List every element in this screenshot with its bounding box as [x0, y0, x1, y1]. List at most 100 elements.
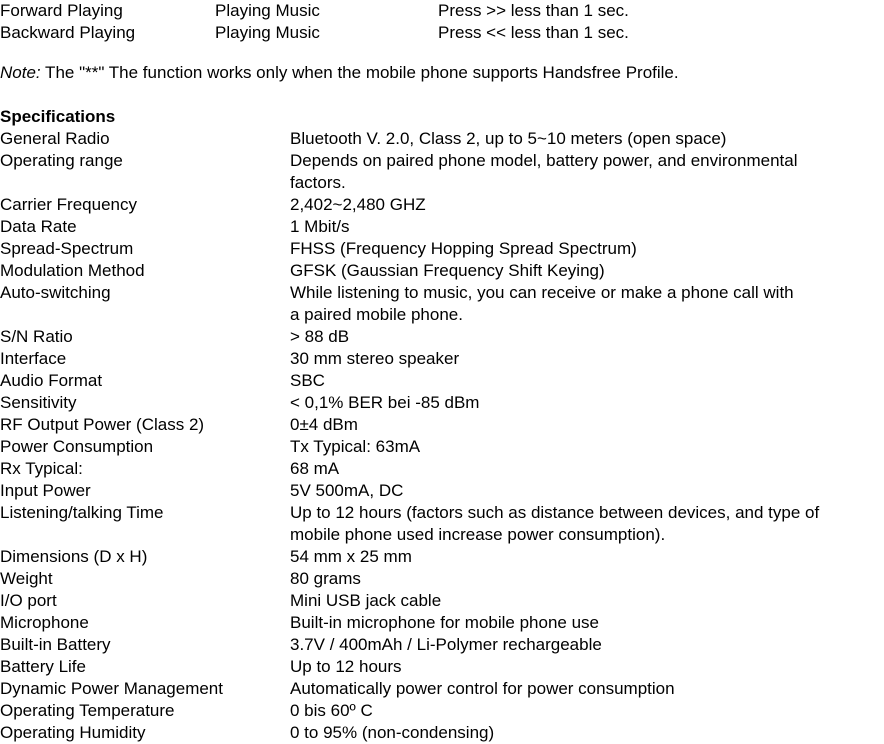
- spec-value-line: 30 mm stereo speaker: [290, 349, 460, 368]
- spec-label: Dynamic Power Management: [0, 679, 223, 698]
- spec-row: Auto-switching While listening to music, …: [0, 282, 884, 326]
- spec-row: Operating Temperature 0 bis 60º C: [0, 700, 884, 722]
- spec-row: General Radio Bluetooth V. 2.0, Class 2, …: [0, 128, 884, 150]
- spec-row: Listening/talking Time Up to 12 hours (fa…: [0, 502, 884, 546]
- spec-value-line: a paired mobile phone.: [290, 305, 463, 324]
- spec-value-line: Depends on paired phone model, battery p…: [290, 151, 798, 170]
- spec-row: Dynamic Power Management Automatically po…: [0, 678, 884, 700]
- spec-label: Listening/talking Time: [0, 503, 164, 522]
- spec-value-line: Mini USB jack cable: [290, 591, 442, 610]
- spec-value: Bluetooth V. 2.0, Class 2, up to 5~10 me…: [290, 128, 884, 150]
- spec-value-line: Up to 12 hours: [290, 657, 402, 676]
- spec-value: > 88 dB: [290, 326, 884, 348]
- spec-label: Rx Typical:: [0, 459, 83, 478]
- spec-value: Automatically power control for power co…: [290, 678, 884, 700]
- spec-value-line: FHSS (Frequency Hopping Spread Spectrum): [290, 239, 637, 258]
- spec-row: Spread-Spectrum FHSS (Frequency Hopping S…: [0, 238, 884, 260]
- spec-value-line: mobile phone used increase power consump…: [290, 525, 666, 544]
- spec-value: 5V 500mA, DC: [290, 480, 884, 502]
- spec-value: 0 bis 60º C: [290, 700, 884, 722]
- spec-value: 0 to 95% (non-condensing): [290, 722, 884, 744]
- spec-value: Mini USB jack cable: [290, 590, 884, 612]
- spec-value-line: SBC: [290, 371, 325, 390]
- function-operation-table: Forward Playing Playing Music Press >> l…: [0, 0, 884, 44]
- spec-row: I/O port Mini USB jack cable: [0, 590, 884, 612]
- spec-value: Up to 12 hours (factors such as distance…: [290, 502, 884, 546]
- spec-label: Carrier Frequency: [0, 195, 137, 214]
- spec-label: Microphone: [0, 613, 89, 632]
- spec-row: Sensitivity < 0,1% BER bei -85 dBm: [0, 392, 884, 414]
- spec-row: Audio Format SBC: [0, 370, 884, 392]
- spec-value: While listening to music, you can receiv…: [290, 282, 884, 326]
- table-row: Forward Playing Playing Music Press >> l…: [0, 0, 884, 22]
- spec-label: Spread-Spectrum: [0, 239, 134, 258]
- spec-row: Interface 30 mm stereo speaker: [0, 348, 884, 370]
- spec-value-line: 0 to 95% (non-condensing): [290, 723, 495, 742]
- spec-value-line: 0±4 dBm: [290, 415, 358, 434]
- spec-value-line: Automatically power control for power co…: [290, 679, 675, 698]
- spec-row: S/N Ratio > 88 dB: [0, 326, 884, 348]
- spec-value-line: Up to 12 hours (factors such as distance…: [290, 503, 820, 522]
- spec-row: Input Power 5V 500mA, DC: [0, 480, 884, 502]
- spec-row: Data Rate 1 Mbit/s: [0, 216, 884, 238]
- spec-row: Power Consumption Tx Typical: 63mA: [0, 436, 884, 458]
- spec-label: S/N Ratio: [0, 327, 73, 346]
- spec-value-line: 0 bis 60º C: [290, 701, 373, 720]
- spec-row: Carrier Frequency 2,402~2,480 GHZ: [0, 194, 884, 216]
- spec-row: Built-in Battery 3.7V / 400mAh / Li-Polym…: [0, 634, 884, 656]
- function-name: Forward Playing: [0, 1, 123, 20]
- spec-label: Built-in Battery: [0, 635, 111, 654]
- spec-value: Up to 12 hours: [290, 656, 884, 678]
- spec-value-line: GFSK (Gaussian Frequency Shift Keying): [290, 261, 605, 280]
- spec-label: Battery Life: [0, 657, 86, 676]
- spec-value-line: 80 grams: [290, 569, 361, 588]
- spec-row: Operating Humidity 0 to 95% (non-condensi…: [0, 722, 884, 744]
- spec-row: Operating range Depends on paired phone m…: [0, 150, 884, 194]
- spec-label: Operating range: [0, 151, 123, 170]
- spec-value-line: Bluetooth V. 2.0, Class 2, up to 5~10 me…: [290, 129, 727, 148]
- spec-value: 2,402~2,480 GHZ: [290, 194, 884, 216]
- spec-value-line: factors.: [290, 173, 346, 192]
- spec-label: Interface: [0, 349, 67, 368]
- spec-row: Battery Life Up to 12 hours: [0, 656, 884, 678]
- spec-row: Modulation Method GFSK (Gaussian Frequenc…: [0, 260, 884, 282]
- spec-label: Audio Format: [0, 371, 103, 390]
- spec-value-line: < 0,1% BER bei -85 dBm: [290, 393, 480, 412]
- spec-value: 1 Mbit/s: [290, 216, 884, 238]
- specifications-table: General Radio Bluetooth V. 2.0, Class 2, …: [0, 128, 884, 744]
- function-status: Playing Music: [215, 1, 320, 20]
- specifications-heading: Specifications: [0, 107, 116, 126]
- spec-label: Sensitivity: [0, 393, 77, 412]
- spec-value: GFSK (Gaussian Frequency Shift Keying): [290, 260, 884, 282]
- spec-value: 30 mm stereo speaker: [290, 348, 884, 370]
- spec-value: Tx Typical: 63mA: [290, 436, 884, 458]
- spec-value-line: 5V 500mA, DC: [290, 481, 404, 500]
- spec-value-line: While listening to music, you can receiv…: [290, 283, 794, 302]
- spec-value: SBC: [290, 370, 884, 392]
- spec-label: Power Consumption: [0, 437, 154, 456]
- spec-value-line: > 88 dB: [290, 327, 350, 346]
- spec-row: Microphone Built-in microphone for mobile…: [0, 612, 884, 634]
- spec-label: Operating Humidity: [0, 723, 146, 742]
- table-row: Backward Playing Playing Music Press << …: [0, 22, 884, 44]
- function-operation: Press << less than 1 sec.: [438, 23, 629, 42]
- spec-row: Rx Typical: 68 mA: [0, 458, 884, 480]
- spec-label: RF Output Power (Class 2): [0, 415, 205, 434]
- spec-label: Operating Temperature: [0, 701, 175, 720]
- spec-value-line: 68 mA: [290, 459, 340, 478]
- note-label: Note:: [0, 63, 41, 82]
- spec-value-line: Tx Typical: 63mA: [290, 437, 421, 456]
- spec-label: General Radio: [0, 129, 110, 148]
- document-page: Forward Playing Playing Music Press >> l…: [0, 0, 884, 742]
- spec-value-line: Built-in microphone for mobile phone use: [290, 613, 600, 632]
- spec-value-line: 3.7V / 400mAh / Li-Polymer rechargeable: [290, 635, 602, 654]
- function-status: Playing Music: [215, 23, 320, 42]
- spec-row: Weight 80 grams: [0, 568, 884, 590]
- spec-value: 68 mA: [290, 458, 884, 480]
- spec-label: Modulation Method: [0, 261, 145, 280]
- spec-row: RF Output Power (Class 2) 0±4 dBm: [0, 414, 884, 436]
- spec-value: Built-in microphone for mobile phone use: [290, 612, 884, 634]
- spec-label: Input Power: [0, 481, 91, 500]
- note-text: The "**" The function works only when th…: [40, 63, 679, 82]
- spec-value: Depends on paired phone model, battery p…: [290, 150, 884, 194]
